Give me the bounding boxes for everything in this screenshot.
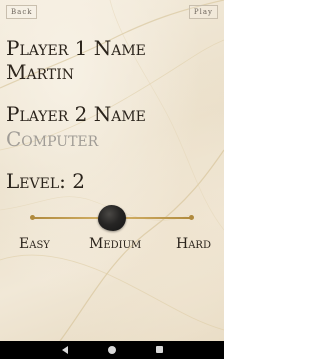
level-option-hard[interactable]: Hard <box>176 236 211 252</box>
level-option-medium[interactable]: Medium <box>89 236 141 252</box>
level-option-easy[interactable]: Easy <box>19 236 50 252</box>
game-setup-screen: Back Play Player 1 Name Martin Player 2 … <box>0 0 224 341</box>
level-label: Level: 2 <box>6 169 85 193</box>
circle-home-icon[interactable] <box>108 346 116 354</box>
square-recent-icon[interactable] <box>156 346 163 353</box>
slider-thumb-stone[interactable] <box>98 205 126 231</box>
player2-name-input[interactable]: Computer <box>6 127 98 151</box>
player1-name-label: Player 1 Name <box>6 36 146 60</box>
back-button[interactable]: Back <box>6 5 38 19</box>
player1-name-input[interactable]: Martin <box>6 60 74 84</box>
player2-name-label: Player 2 Name <box>6 102 146 126</box>
slider-end-right <box>189 215 194 220</box>
slider-end-left <box>30 215 35 220</box>
level-slider[interactable] <box>30 203 194 233</box>
triangle-back-icon[interactable] <box>62 346 68 354</box>
play-button[interactable]: Play <box>188 5 218 19</box>
android-nav-bar <box>0 341 224 359</box>
